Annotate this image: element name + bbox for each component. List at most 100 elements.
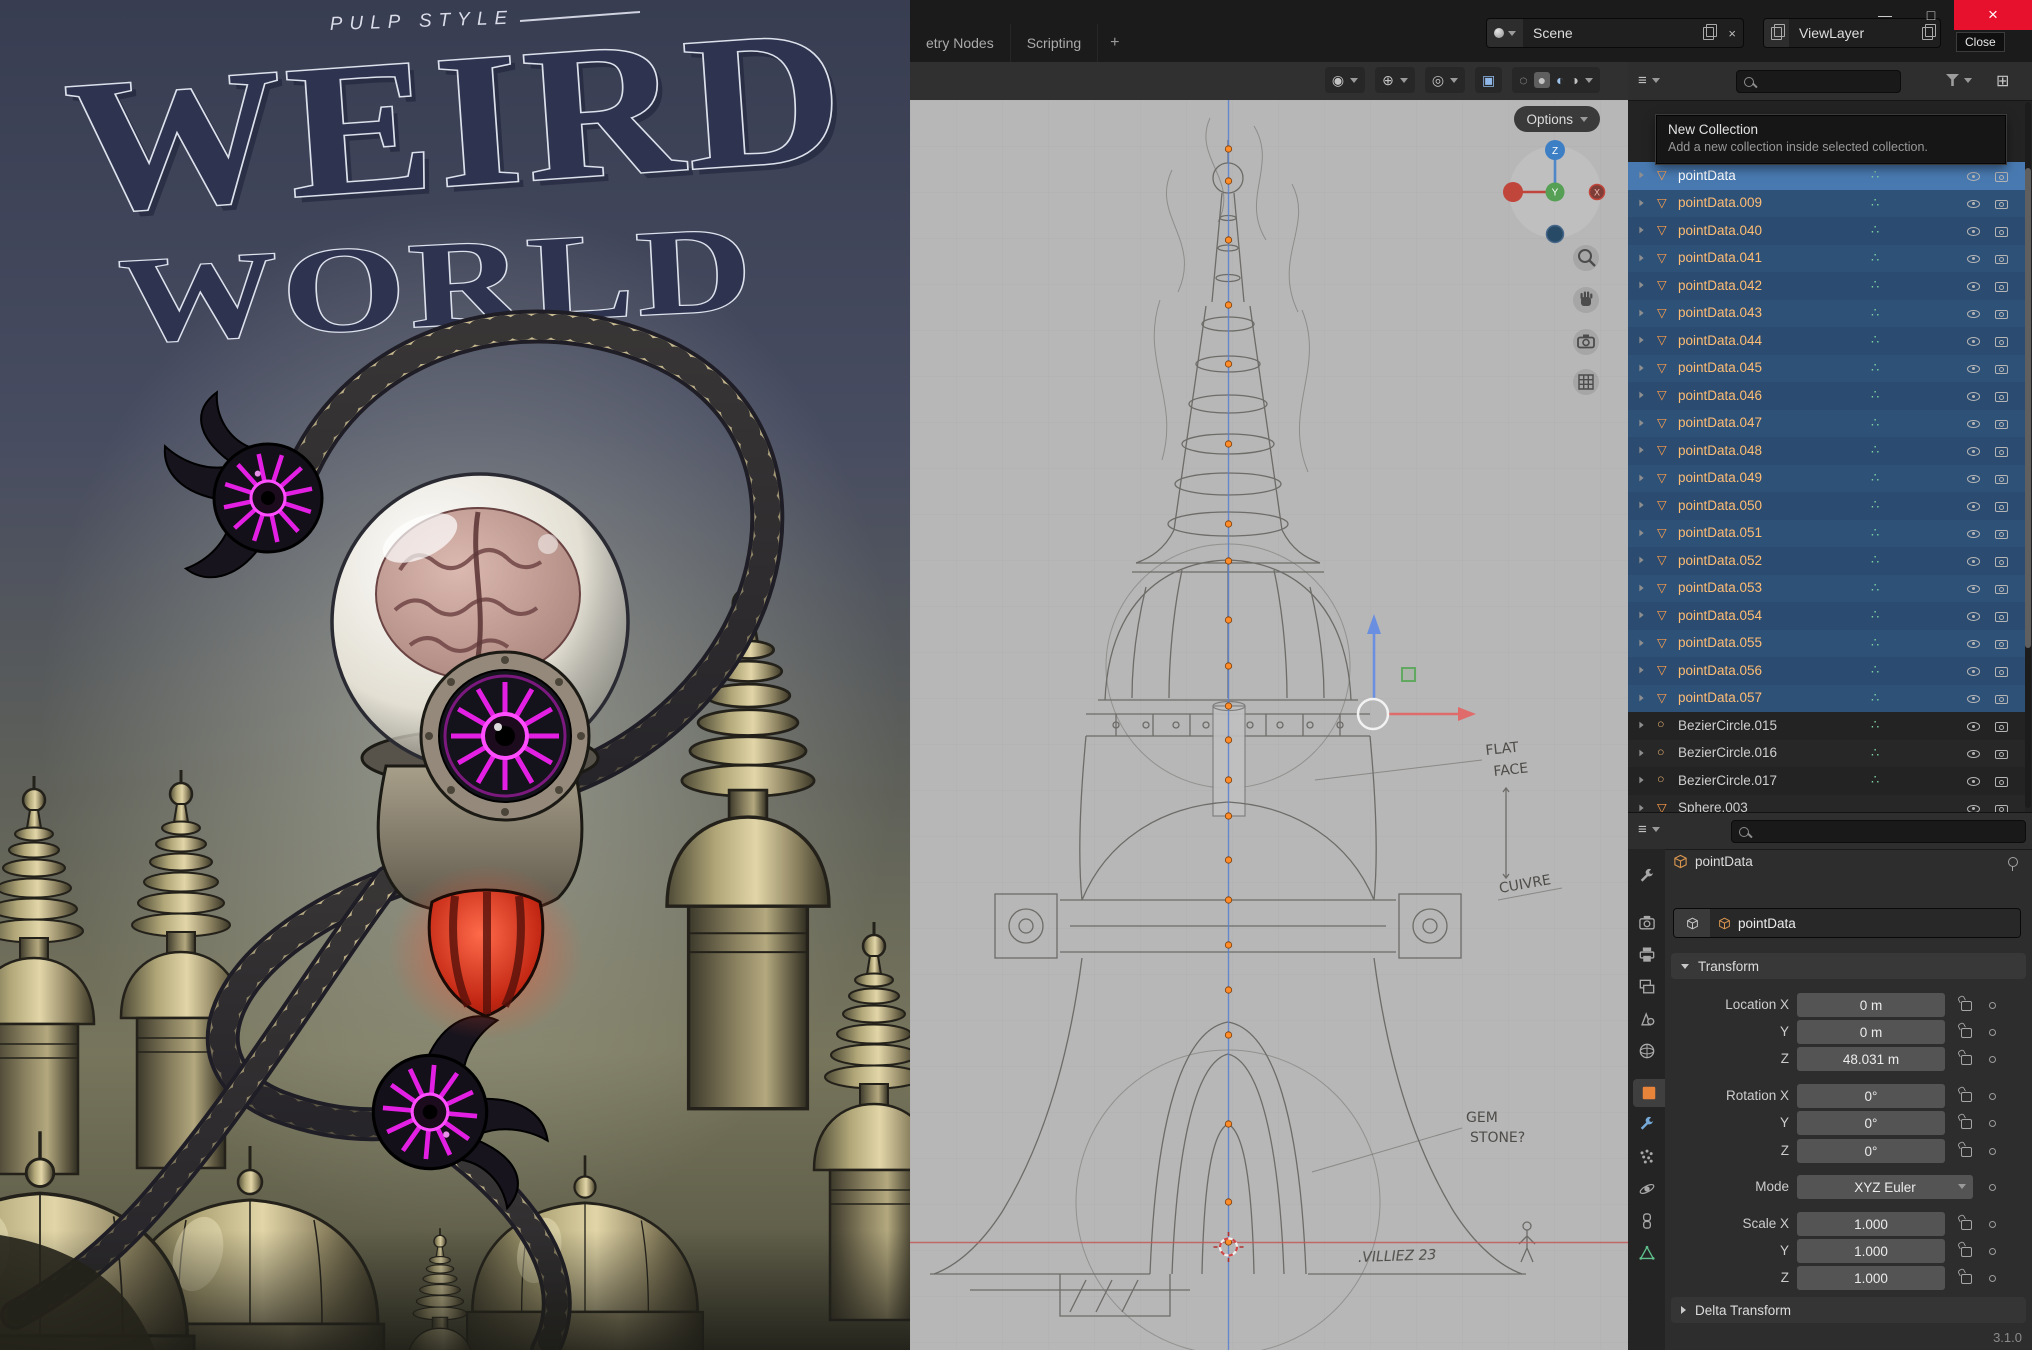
lock-icon[interactable]	[1961, 1220, 1972, 1230]
disable-in-renders-icon[interactable]	[1994, 334, 2010, 348]
maximize-button[interactable]: □	[1908, 0, 1954, 30]
outliner-item-pointData.043[interactable]: ▽pointData.043∴	[1628, 300, 2025, 328]
lock-icon[interactable]	[1961, 1147, 1972, 1157]
new-collection-button[interactable]: ⊞	[1996, 71, 2009, 91]
hide-in-viewport-icon[interactable]	[1966, 553, 1981, 568]
hide-in-viewport-icon[interactable]	[1966, 663, 1981, 678]
properties-tab-scene[interactable]	[1633, 1005, 1661, 1033]
scene-selector[interactable]: Scene ×	[1486, 18, 1744, 48]
outliner-item-pointData.040[interactable]: ▽pointData.040∴	[1628, 217, 2025, 245]
value-field[interactable]: 1.000	[1797, 1212, 1945, 1236]
outliner-item-Sphere.003[interactable]: ▽Sphere.003	[1628, 795, 2025, 813]
scene-new-button[interactable]	[1696, 19, 1721, 47]
properties-tab-modifiers[interactable]	[1633, 1111, 1661, 1139]
hide-in-viewport-icon[interactable]	[1966, 443, 1981, 458]
disable-in-renders-icon[interactable]	[1994, 444, 2010, 458]
animate-dot-icon[interactable]	[1989, 1056, 1996, 1063]
expand-icon[interactable]	[1639, 392, 1643, 399]
expand-icon[interactable]	[1639, 447, 1643, 454]
value-field[interactable]: 1.000	[1797, 1239, 1945, 1263]
outliner-item-pointData.055[interactable]: ▽pointData.055∴	[1628, 630, 2025, 658]
expand-icon[interactable]	[1639, 199, 1643, 206]
properties-editor-button[interactable]: ≡	[1638, 821, 1660, 838]
pan-hand-button[interactable]	[1573, 287, 1599, 313]
outliner-display-mode-button[interactable]: ≡	[1638, 72, 1660, 89]
outliner-item-pointData.042[interactable]: ▽pointData.042∴	[1628, 272, 2025, 300]
lock-icon[interactable]	[1961, 1055, 1972, 1065]
animate-dot-icon[interactable]	[1989, 1002, 1996, 1009]
disable-in-renders-icon[interactable]	[1994, 362, 2010, 376]
value-field[interactable]: 0°	[1797, 1111, 1945, 1135]
outliner-item-pointData.056[interactable]: ▽pointData.056∴	[1628, 657, 2025, 685]
shading-wireframe-icon[interactable]: ◌	[1519, 73, 1527, 87]
lock-icon[interactable]	[1961, 1119, 1972, 1129]
hide-in-viewport-icon[interactable]	[1966, 196, 1981, 211]
expand-icon[interactable]	[1639, 557, 1643, 564]
expand-icon[interactable]	[1639, 667, 1643, 674]
disable-in-renders-icon[interactable]	[1994, 224, 2010, 238]
outliner-item-pointData.051[interactable]: ▽pointData.051∴	[1628, 520, 2025, 548]
disable-in-renders-icon[interactable]	[1994, 197, 2010, 211]
animate-dot-icon[interactable]	[1989, 1184, 1996, 1191]
properties-tab-object-data[interactable]	[1633, 1239, 1661, 1267]
disable-in-renders-icon[interactable]	[1994, 582, 2010, 596]
disable-in-renders-icon[interactable]	[1994, 252, 2010, 266]
outliner-item-pointData.009[interactable]: ▽pointData.009∴	[1628, 190, 2025, 218]
outliner-item-pointData.041[interactable]: ▽pointData.041∴	[1628, 245, 2025, 273]
expand-icon[interactable]	[1639, 474, 1643, 481]
properties-tab-constraints[interactable]	[1633, 1207, 1661, 1235]
hide-in-viewport-icon[interactable]	[1966, 801, 1981, 813]
hide-in-viewport-icon[interactable]	[1966, 416, 1981, 431]
animate-dot-icon[interactable]	[1989, 1029, 1996, 1036]
properties-tab-world[interactable]	[1633, 1037, 1661, 1065]
toggle-xray-icon[interactable]: ▣	[1482, 73, 1495, 87]
outliner-item-pointData[interactable]: ▽pointData∴	[1628, 162, 2025, 190]
grid-ortho-button[interactable]	[1573, 369, 1599, 395]
disable-in-renders-icon[interactable]	[1994, 664, 2010, 678]
scrollbar-thumb[interactable]	[2025, 168, 2031, 648]
expand-icon[interactable]	[1639, 612, 1643, 619]
outliner-item-pointData.046[interactable]: ▽pointData.046∴	[1628, 382, 2025, 410]
properties-tab-tool[interactable]	[1633, 863, 1661, 891]
hide-in-viewport-icon[interactable]	[1966, 168, 1981, 183]
properties-tab-physics[interactable]	[1633, 1175, 1661, 1203]
disable-in-renders-icon[interactable]	[1994, 169, 2010, 183]
disable-in-renders-icon[interactable]	[1994, 609, 2010, 623]
disable-in-renders-icon[interactable]	[1994, 417, 2010, 431]
outliner-item-BezierCircle.016[interactable]: ○BezierCircle.016∴	[1628, 740, 2025, 768]
value-field[interactable]: 0 m	[1797, 1020, 1945, 1044]
hide-in-viewport-icon[interactable]	[1966, 773, 1981, 788]
outliner-item-pointData.049[interactable]: ▽pointData.049∴	[1628, 465, 2025, 493]
hide-in-viewport-icon[interactable]	[1966, 691, 1981, 706]
visibility-icon[interactable]: ◉	[1332, 73, 1344, 87]
lock-icon[interactable]	[1961, 1028, 1972, 1038]
chevron-down-icon[interactable]	[1450, 78, 1458, 83]
expand-icon[interactable]	[1639, 419, 1643, 426]
value-field[interactable]: 0 m	[1797, 993, 1945, 1017]
expand-icon[interactable]	[1639, 722, 1643, 729]
disable-in-renders-icon[interactable]	[1994, 389, 2010, 403]
hide-in-viewport-icon[interactable]	[1966, 746, 1981, 761]
add-workspace-button[interactable]: +	[1098, 34, 1131, 52]
lock-icon[interactable]	[1961, 1092, 1972, 1102]
viewport-canvas[interactable]: FLAT FACE CUIVRE GEM STONE? .VILLIEZ 23	[910, 100, 1628, 1350]
hide-in-viewport-icon[interactable]	[1966, 636, 1981, 651]
mode-select[interactable]: XYZ Euler	[1797, 1175, 1973, 1199]
outliner-search-input[interactable]	[1736, 70, 1901, 93]
properties-tab-particles[interactable]	[1633, 1143, 1661, 1171]
outliner-item-pointData.057[interactable]: ▽pointData.057∴	[1628, 685, 2025, 713]
shading-material-icon[interactable]: ◐	[1556, 73, 1564, 87]
disable-in-renders-icon[interactable]	[1994, 802, 2010, 813]
hide-in-viewport-icon[interactable]	[1966, 361, 1981, 376]
outliner-item-pointData.053[interactable]: ▽pointData.053∴	[1628, 575, 2025, 603]
scene-browse-button[interactable]	[1487, 19, 1523, 47]
hide-in-viewport-icon[interactable]	[1966, 581, 1981, 596]
outliner-item-pointData.050[interactable]: ▽pointData.050∴	[1628, 492, 2025, 520]
disable-in-renders-icon[interactable]	[1994, 527, 2010, 541]
value-field[interactable]: 1.000	[1797, 1266, 1945, 1290]
camera-view-button[interactable]	[1573, 329, 1599, 355]
hide-in-viewport-icon[interactable]	[1966, 306, 1981, 321]
hide-in-viewport-icon[interactable]	[1966, 718, 1981, 733]
scene-unlink-button[interactable]: ×	[1721, 19, 1743, 47]
expand-icon[interactable]	[1639, 227, 1643, 234]
